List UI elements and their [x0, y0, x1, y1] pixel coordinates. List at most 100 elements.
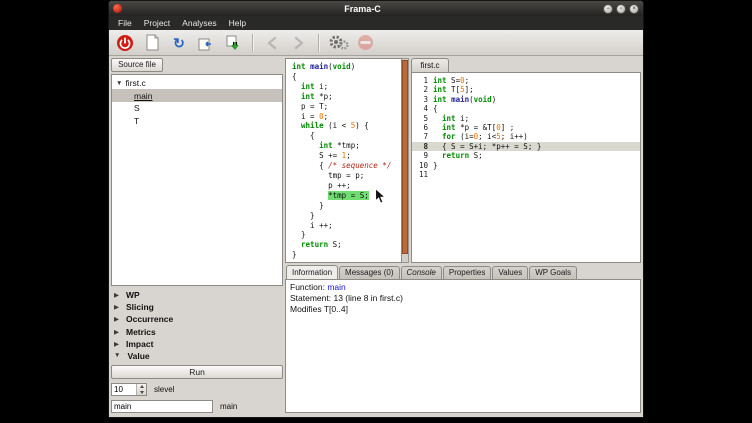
info-line: Function: main: [290, 282, 636, 293]
analyses-list: ▶WP▶Slicing▶Occurrence▶Metrics▶Impact▼Va…: [111, 289, 283, 362]
cil-line[interactable]: while (i < 5) {: [292, 121, 401, 131]
analysis-value[interactable]: ▼Value: [111, 350, 283, 362]
cil-line[interactable]: {: [292, 72, 401, 82]
source-code: 1int S=0;2int T[5];3int main(void)4{5 in…: [411, 72, 641, 263]
analysis-slicing[interactable]: ▶Slicing: [111, 301, 283, 313]
cil-line[interactable]: }: [292, 211, 401, 221]
source-line[interactable]: 3int main(void): [412, 95, 640, 104]
source-line[interactable]: 6 int *p = &T[0] ;: [412, 123, 640, 132]
cil-line[interactable]: p = T;: [292, 102, 401, 112]
tab-properties[interactable]: Properties: [443, 266, 491, 279]
source-line[interactable]: 8 { S = S+i; *p++ = S; }: [412, 142, 640, 151]
sidebar: Source file ▼first.cmainST ▶WP▶Slicing▶O…: [111, 58, 283, 413]
cil-line[interactable]: { /* sequence */: [292, 161, 401, 171]
menubar: FileProjectAnalysesHelp: [109, 16, 643, 30]
titlebar[interactable]: Frama-C −▫×: [109, 1, 643, 16]
source-line[interactable]: 5 int i;: [412, 114, 640, 123]
slevel-spinner[interactable]: [111, 383, 147, 396]
new-file-icon: [145, 34, 160, 51]
maximize-button[interactable]: ▫: [616, 4, 626, 14]
cil-line[interactable]: int *p;: [292, 92, 401, 102]
source-file-button[interactable]: Source file: [111, 58, 163, 72]
tab-messages-0[interactable]: Messages (0): [339, 266, 399, 279]
source-panel: first.c 1int S=0;2int T[5];3int main(voi…: [411, 58, 641, 263]
cil-line[interactable]: {: [292, 131, 401, 141]
cil-line[interactable]: S += 1;: [292, 151, 401, 161]
source-line[interactable]: 7 for (i=0; i<5; i++): [412, 132, 640, 141]
run-button[interactable]: Run: [111, 365, 283, 379]
menu-analyses[interactable]: Analyses: [176, 16, 223, 30]
bottom-tabs: InformationMessages (0)ConsoleProperties…: [285, 265, 641, 279]
main-function-row: main: [111, 400, 283, 413]
main-function-label: main: [220, 402, 237, 411]
analyses-gears-icon: [328, 34, 349, 51]
menu-file[interactable]: File: [112, 16, 138, 30]
stepper-down-icon[interactable]: [137, 390, 146, 396]
cil-line[interactable]: int i;: [292, 82, 401, 92]
cil-line[interactable]: }: [292, 250, 401, 260]
information-content: Function: mainStatement: 13 (line 8 in f…: [285, 279, 641, 413]
cil-line[interactable]: int main(void): [292, 62, 401, 72]
power-icon: [116, 34, 134, 52]
menu-project[interactable]: Project: [138, 16, 176, 30]
tab-console[interactable]: Console: [401, 266, 442, 279]
reload-button[interactable]: ↻: [168, 32, 190, 54]
tab-information[interactable]: Information: [286, 265, 338, 279]
load-session-button[interactable]: [195, 32, 217, 54]
source-tab[interactable]: first.c: [411, 58, 449, 72]
slevel-input[interactable]: [112, 384, 136, 395]
tree-item-t[interactable]: T: [112, 114, 282, 127]
reload-icon: ↻: [173, 36, 185, 50]
source-line[interactable]: 9 return S;: [412, 151, 640, 160]
close-button[interactable]: ×: [629, 4, 639, 14]
scrollbar-thumb[interactable]: [402, 60, 408, 254]
right-column: int main(void){ int i; int *p; p = T; i …: [285, 58, 641, 413]
cil-line[interactable]: tmp = p;: [292, 171, 401, 181]
quit-button[interactable]: [114, 32, 136, 54]
source-line[interactable]: 11: [412, 170, 640, 179]
tab-values[interactable]: Values: [492, 266, 528, 279]
cil-panel: int main(void){ int i; int *p; p = T; i …: [285, 58, 402, 263]
toolbar-separator: [318, 34, 319, 52]
tab-wp-goals[interactable]: WP Goals: [529, 266, 577, 279]
cil-line[interactable]: i ++;: [292, 221, 401, 231]
new-file-button[interactable]: [141, 32, 163, 54]
cil-line[interactable]: int *tmp;: [292, 141, 401, 151]
minimize-button[interactable]: −: [603, 4, 613, 14]
source-line[interactable]: 10}: [412, 161, 640, 170]
analyses-button[interactable]: [327, 32, 349, 54]
slevel-label: slevel: [154, 385, 174, 394]
info-line: Statement: 13 (line 8 in first.c): [290, 293, 636, 304]
main-area: Source file ▼first.cmainST ▶WP▶Slicing▶O…: [109, 56, 643, 417]
desktop-background: Frama-C −▫× FileProjectAnalysesHelp ↻: [0, 0, 752, 423]
source-line[interactable]: 1int S=0;: [412, 76, 640, 85]
stop-icon: [357, 34, 374, 51]
function-link[interactable]: main: [327, 282, 345, 292]
save-session-icon: [225, 35, 241, 51]
load-session-icon: [198, 35, 214, 51]
menu-help[interactable]: Help: [223, 16, 252, 30]
slevel-stepper[interactable]: [136, 384, 146, 395]
back-button[interactable]: [261, 32, 283, 54]
source-line[interactable]: 2int T[5];: [412, 85, 640, 94]
analysis-wp[interactable]: ▶WP: [111, 289, 283, 301]
cil-line[interactable]: i = 0;: [292, 112, 401, 122]
cil-scrollbar[interactable]: [402, 58, 409, 263]
cil-line[interactable]: return S;: [292, 240, 401, 250]
forward-button[interactable]: [288, 32, 310, 54]
stop-button[interactable]: [354, 32, 376, 54]
tree-item-main[interactable]: main: [112, 89, 282, 102]
cil-code: int main(void){ int i; int *p; p = T; i …: [292, 62, 401, 260]
slevel-row: slevel: [111, 383, 283, 396]
source-line[interactable]: 4{: [412, 104, 640, 113]
analysis-impact[interactable]: ▶Impact: [111, 338, 283, 350]
cil-line[interactable]: }: [292, 230, 401, 240]
window-title: Frama-C: [122, 4, 603, 14]
save-session-button[interactable]: [222, 32, 244, 54]
analysis-occurrence[interactable]: ▶Occurrence: [111, 313, 283, 325]
main-function-input[interactable]: [111, 400, 213, 413]
file-tree: ▼first.cmainST: [111, 74, 283, 286]
tree-file-row[interactable]: ▼first.c: [112, 77, 282, 90]
analysis-metrics[interactable]: ▶Metrics: [111, 326, 283, 338]
tree-item-s[interactable]: S: [112, 102, 282, 115]
